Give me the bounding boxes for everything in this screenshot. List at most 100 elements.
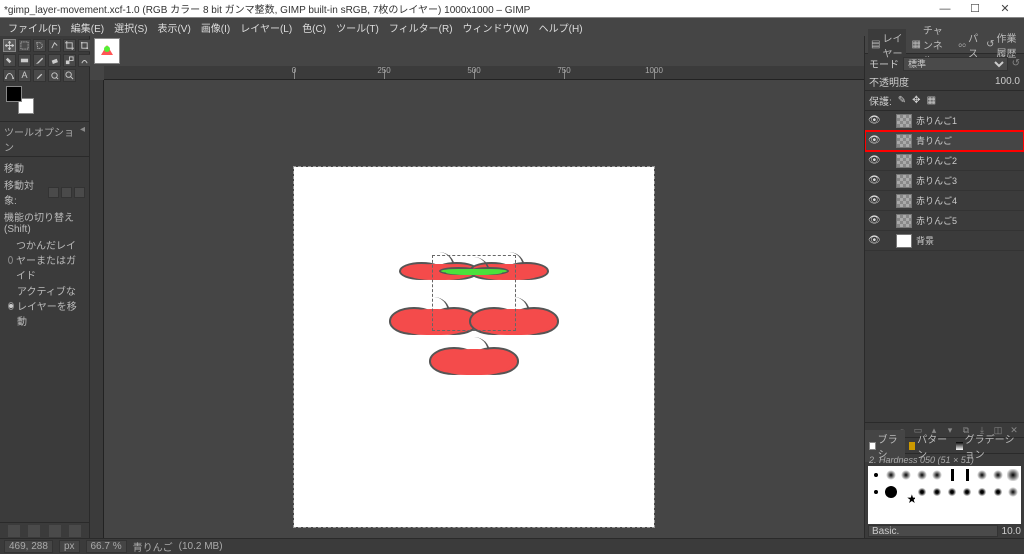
layer-name[interactable]: 赤りんご2 [916, 154, 957, 167]
fuzzy-select-tool-icon[interactable] [48, 39, 61, 52]
brush-cell[interactable] [1006, 484, 1020, 500]
layer-row-3[interactable]: 👁 赤りんご3 [865, 171, 1024, 191]
close-button[interactable]: ✕ [990, 2, 1020, 15]
mode-reset-icon[interactable]: ↺ [1012, 58, 1020, 69]
visibility-eye-icon[interactable]: 👁 [868, 215, 880, 226]
layer-row-4[interactable]: 👁 赤りんご4 [865, 191, 1024, 211]
rect-select-tool-icon[interactable] [18, 39, 31, 52]
lock-pixels-icon[interactable]: ✎ [898, 95, 906, 106]
delete-options-icon[interactable] [49, 525, 61, 537]
visibility-eye-icon[interactable]: 👁 [868, 235, 880, 246]
minimize-button[interactable]: — [930, 3, 960, 15]
brush-cell[interactable] [945, 484, 959, 500]
visibility-eye-icon[interactable]: 👁 [868, 175, 880, 186]
layer-name[interactable]: 赤りんご1 [916, 114, 957, 127]
brush-cell[interactable] [930, 484, 944, 500]
clone-tool-icon[interactable] [63, 54, 76, 67]
brush-spacing[interactable]: 10.0 [1002, 526, 1021, 537]
brush-cell[interactable] [945, 467, 959, 483]
brush-cell[interactable] [884, 467, 898, 483]
layer-row-0[interactable]: 👁 赤りんご1 [865, 111, 1024, 131]
brush-cell[interactable] [991, 467, 1005, 483]
free-select-tool-icon[interactable] [33, 39, 46, 52]
menu-color[interactable]: 色(C) [298, 20, 330, 35]
menu-edit[interactable]: 編集(E) [67, 20, 108, 35]
layer-row-2[interactable]: 👁 赤りんご2 [865, 151, 1024, 171]
layer-name[interactable]: 赤りんご3 [916, 174, 957, 187]
brush-cell[interactable] [869, 484, 883, 500]
save-options-icon[interactable] [8, 525, 20, 537]
target-layer-icon[interactable] [48, 187, 59, 198]
brush-cell[interactable] [1006, 467, 1020, 483]
layer-name[interactable]: 背景 [916, 234, 934, 247]
maximize-button[interactable]: ☐ [960, 2, 990, 15]
crop-tool-icon[interactable] [63, 39, 76, 52]
menu-image[interactable]: 画像(I) [197, 20, 234, 35]
mode-select[interactable]: 標準 [903, 57, 1008, 71]
dock-menu-icon[interactable]: ◂ [80, 124, 85, 154]
menu-select[interactable]: 選択(S) [110, 20, 151, 35]
menu-view[interactable]: 表示(V) [153, 20, 194, 35]
brush-cell[interactable] [915, 467, 929, 483]
path-tool-icon[interactable] [3, 69, 16, 82]
restore-options-icon[interactable] [28, 525, 40, 537]
gradient-tool-icon[interactable] [18, 54, 31, 67]
opacity-row[interactable]: 不透明度 100.0 [865, 73, 1024, 91]
visibility-eye-icon[interactable]: 👁 [868, 155, 880, 166]
measure-tool-icon[interactable] [48, 69, 61, 82]
layer-name[interactable]: 赤りんご5 [916, 214, 957, 227]
layer-row-1[interactable]: 👁 青りんご [865, 131, 1024, 151]
menu-file[interactable]: ファイル(F) [4, 20, 65, 35]
status-unit[interactable]: px [59, 540, 80, 553]
layer-name[interactable]: 赤りんご4 [916, 194, 957, 207]
target-selection-icon[interactable] [61, 187, 72, 198]
brush-cell[interactable] [899, 467, 913, 483]
visibility-eye-icon[interactable]: 👁 [868, 195, 880, 206]
visibility-eye-icon[interactable]: 👁 [868, 115, 880, 126]
fg-bg-colors[interactable] [6, 86, 34, 114]
brush-preset-select[interactable]: Basic. [868, 525, 998, 537]
color-picker-tool-icon[interactable] [33, 69, 46, 82]
menu-windows[interactable]: ウィンドウ(W) [459, 20, 533, 35]
brush-grid[interactable]: ★ [868, 466, 1021, 524]
brush-cell[interactable] [975, 467, 989, 483]
visibility-eye-icon[interactable]: 👁 [868, 135, 880, 146]
lock-position-icon[interactable]: ✥ [912, 95, 920, 106]
layer-name[interactable]: 青りんご [916, 134, 952, 147]
reset-options-icon[interactable] [69, 525, 81, 537]
layer-row-6[interactable]: 👁 背景 [865, 231, 1024, 251]
brush-cell[interactable] [884, 484, 898, 500]
pencil-tool-icon[interactable] [33, 54, 46, 67]
brush-cell[interactable] [960, 467, 974, 483]
status-zoom[interactable]: 66.7 % [86, 540, 127, 553]
brush-cell[interactable] [869, 467, 883, 483]
brush-cell[interactable] [975, 484, 989, 500]
brush-cell[interactable] [915, 484, 929, 500]
layer-row-5[interactable]: 👁 赤りんご5 [865, 211, 1024, 231]
menu-filters[interactable]: フィルター(R) [385, 20, 457, 35]
lock-alpha-icon[interactable]: ▦ [927, 95, 936, 106]
brush-cell[interactable] [930, 467, 944, 483]
move-tool-icon[interactable] [3, 39, 16, 52]
brush-cell[interactable]: ★ [899, 484, 913, 500]
radio-pick-layer[interactable]: つかんだレイヤーまたはガイド [8, 237, 85, 282]
eraser-tool-icon[interactable] [48, 54, 61, 67]
menu-help[interactable]: ヘルプ(H) [535, 20, 587, 35]
fg-color-swatch[interactable] [6, 86, 22, 102]
target-path-icon[interactable] [74, 187, 85, 198]
tool-options-header: ツールオプション ◂ [0, 121, 89, 157]
radio-dot-icon [8, 256, 13, 264]
text-tool-icon[interactable]: A [18, 69, 31, 82]
vertical-ruler[interactable] [90, 80, 104, 538]
radio-move-active[interactable]: アクティブなレイヤーを移動 [8, 283, 85, 328]
brush-cell[interactable] [960, 484, 974, 500]
bucket-tool-icon[interactable] [3, 54, 16, 67]
horizontal-ruler[interactable]: 02505007501000 [104, 66, 864, 80]
brush-cell[interactable] [991, 484, 1005, 500]
image-tab-thumb[interactable] [94, 38, 120, 64]
canvas-viewport[interactable] [104, 80, 864, 538]
menu-layer[interactable]: レイヤー(L) [236, 20, 296, 35]
menu-tools[interactable]: ツール(T) [332, 20, 383, 35]
canvas[interactable] [294, 167, 654, 527]
zoom-tool-icon[interactable] [63, 69, 76, 82]
